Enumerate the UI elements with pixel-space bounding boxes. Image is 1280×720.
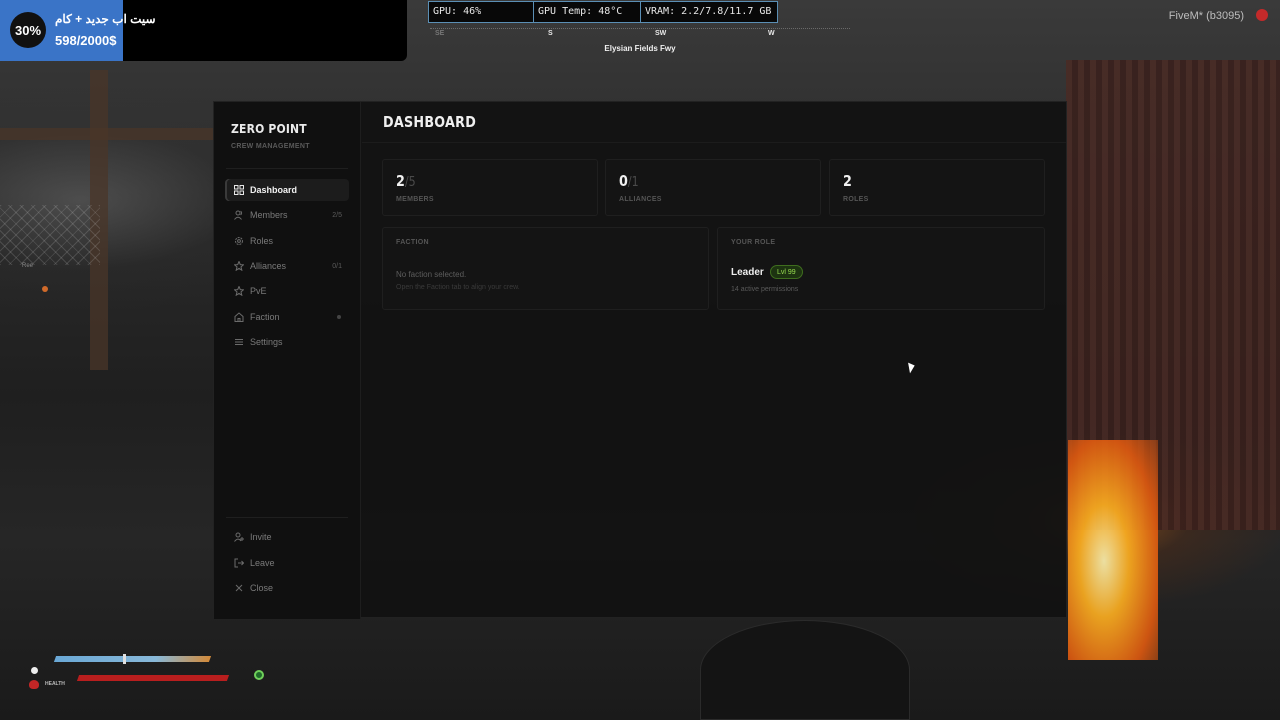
sidebar-divider xyxy=(226,168,348,169)
compass-sw: SW xyxy=(655,30,667,37)
voice-dot xyxy=(42,286,48,292)
nav-members[interactable]: Members 2/5 xyxy=(225,204,349,226)
food-icon xyxy=(254,670,264,680)
nav-label: Settings xyxy=(250,337,283,347)
stat-value: 2 xyxy=(843,172,852,190)
compass-s: S xyxy=(548,30,553,37)
nav-label: PvE xyxy=(250,286,267,296)
stat-roles: 2 ROLES xyxy=(829,159,1045,216)
promo-percent: 30% xyxy=(10,12,46,48)
nav-label: Alliances xyxy=(250,261,287,271)
lines-icon xyxy=(233,336,245,348)
nav-settings[interactable]: Settings xyxy=(225,331,349,353)
bg-beam xyxy=(0,128,213,140)
role-heading: YOUR ROLE xyxy=(731,239,776,246)
perf-gpu-temp: GPU Temp: 48°C xyxy=(534,2,641,22)
stat-label: ROLES xyxy=(843,196,869,203)
nav-label: Members xyxy=(250,210,288,220)
brand-title: ZERO POINT xyxy=(231,122,307,136)
stat-value: 2/5 xyxy=(396,172,416,190)
close-icon xyxy=(233,582,245,594)
invite-button[interactable]: Invite xyxy=(225,526,349,548)
title-divider xyxy=(362,142,1066,143)
armor-icon xyxy=(31,667,38,674)
faction-hint: Open the Faction tab to align your crew. xyxy=(396,284,520,291)
fivem-icon xyxy=(1256,9,1268,21)
nav-label: Roles xyxy=(250,236,274,246)
health-label: HEALTH xyxy=(45,681,65,687)
close-button[interactable]: Close xyxy=(225,577,349,599)
role-name: Leader xyxy=(731,267,764,278)
nav-count: 0/1 xyxy=(332,262,342,270)
voice-label: Ree xyxy=(22,263,34,269)
nav-faction[interactable]: Faction xyxy=(225,306,349,328)
gear-icon xyxy=(233,235,245,247)
bg-barrel xyxy=(700,620,910,720)
stat-value: 0/1 xyxy=(619,172,639,190)
stat-label: ALLIANCES xyxy=(619,196,662,203)
nav-label: Dashboard xyxy=(250,185,298,195)
stat-alliances: 0/1 ALLIANCES xyxy=(605,159,821,216)
compass-se: SE xyxy=(435,30,445,37)
home-icon xyxy=(233,311,245,323)
faction-card: FACTION No faction selected. Open the Fa… xyxy=(382,227,709,310)
health-bar xyxy=(76,675,230,681)
nav-alliances[interactable]: Alliances 0/1 xyxy=(225,255,349,277)
crew-panel: ZERO POINT CREW MANAGEMENT Dashboard Mem… xyxy=(213,101,1067,619)
nav-pve[interactable]: PvE xyxy=(225,280,349,302)
bg-fence xyxy=(0,205,100,265)
role-card: YOUR ROLE Leader Lvl 99 14 active permis… xyxy=(717,227,1045,310)
armor-bar xyxy=(53,656,212,662)
role-permissions: 14 active permissions xyxy=(731,286,799,293)
nav-label: Leave xyxy=(250,558,275,568)
sidebar-footer-divider xyxy=(226,517,348,518)
street-name: Elysian Fields Fwy xyxy=(604,44,676,53)
faction-heading: FACTION xyxy=(396,239,429,246)
perf-vram: VRAM: 2.2/7.8/11.7 GB xyxy=(645,6,772,17)
nav-roles[interactable]: Roles xyxy=(225,230,349,252)
grid-icon xyxy=(233,184,245,196)
brand-subtitle: CREW MANAGEMENT xyxy=(231,143,310,150)
star-icon xyxy=(233,260,245,272)
users-icon xyxy=(233,209,245,221)
role-level-badge: Lvl 99 xyxy=(770,265,803,279)
stat-label: MEMBERS xyxy=(396,196,434,203)
promo-title: سيت اب جديد + كام xyxy=(55,12,156,26)
stat-total: /1 xyxy=(627,175,639,190)
armor-marker xyxy=(123,654,126,664)
heart-icon xyxy=(29,680,39,689)
page-title: DASHBOARD xyxy=(383,113,477,131)
nav-label: Invite xyxy=(250,532,272,542)
nav-label: Faction xyxy=(250,312,280,322)
nav-count: 2/5 xyxy=(332,211,342,219)
logout-icon xyxy=(233,557,245,569)
star-outline-icon xyxy=(233,285,245,297)
client-version: FiveM* (b3095) xyxy=(1168,10,1244,22)
stat-number: 2 xyxy=(843,172,852,190)
compass: SE S SW W xyxy=(430,28,850,40)
perf-gpu: GPU: 46% xyxy=(429,2,534,22)
dashboard-content: DASHBOARD 2/5 MEMBERS 0/1 ALLIANCES 2 RO… xyxy=(362,102,1066,617)
compass-w: W xyxy=(768,30,775,37)
perf-overlay: GPU: 46% GPU Temp: 48°C VRAM: 2.2/7.8/11… xyxy=(428,1,778,23)
faction-message: No faction selected. xyxy=(396,270,467,279)
nav-label: Close xyxy=(250,583,274,593)
bg-fire xyxy=(1068,440,1158,660)
stat-total: /5 xyxy=(404,175,416,190)
stat-members: 2/5 MEMBERS xyxy=(382,159,598,216)
sidebar: ZERO POINT CREW MANAGEMENT Dashboard Mem… xyxy=(214,102,361,619)
leave-button[interactable]: Leave xyxy=(225,552,349,574)
faction-status-dot xyxy=(337,315,341,319)
user-plus-icon xyxy=(233,531,245,543)
nav-dashboard[interactable]: Dashboard xyxy=(225,179,349,201)
